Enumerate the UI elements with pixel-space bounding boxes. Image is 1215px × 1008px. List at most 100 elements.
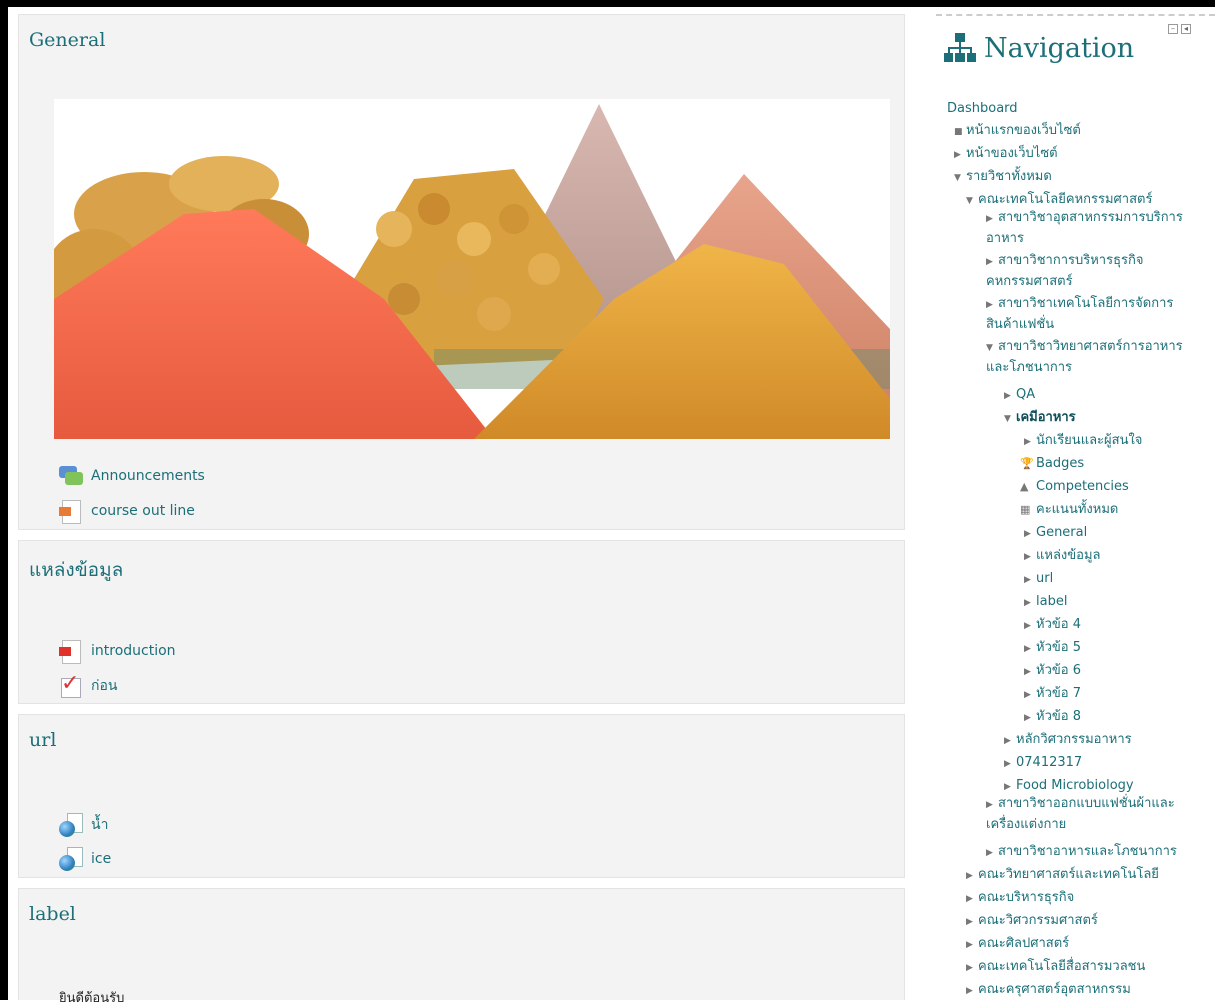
nav-item[interactable]: ▶ คณะศิลปศาสตร์ [966,935,1069,954]
nav-item[interactable]: 🏆 Badges [1020,455,1084,472]
chevron-right-icon: ▶ [1004,759,1011,769]
nav-item[interactable]: ▶ หัวข้อ 4 [1024,616,1081,635]
nav-item[interactable]: ▶ url [1024,570,1053,589]
bullet-icon: ■ [954,127,963,137]
navigation-header: Navigation [944,30,1134,66]
food-piles-image [54,99,890,439]
nav-item[interactable]: ▼ สาขาวิชาวิทยาศาสตร์การอาหารและโภชนาการ [986,337,1199,377]
nav-item-label: คะแนนทั้งหมด [1036,502,1119,517]
chevron-right-icon: ▶ [1024,575,1031,585]
nav-item[interactable]: ■ หน้าแรกของเว็บไซต์ [954,122,1081,141]
activity-label: Announcements [91,468,205,484]
dock-block-icon[interactable]: ◂ [1181,24,1191,34]
quiz-check-icon: ✓ [61,671,81,698]
nav-item[interactable]: ▦ คะแนนทั้งหมด [1020,501,1118,518]
nav-item[interactable]: ▶ แหล่งข้อมูล [1024,547,1101,566]
nav-item[interactable]: ▶ label [1024,593,1067,612]
nav-item-label: หัวข้อ 6 [1036,663,1081,678]
nav-item-label: Dashboard [947,101,1018,116]
chevron-right-icon: ▶ [986,800,993,810]
chevron-right-icon: ▶ [986,257,993,267]
grades-table-icon: ▦ [1020,503,1031,516]
activity-pretest-quiz-link[interactable]: ✓ ก่อน [59,671,117,699]
activity-url-water-link[interactable]: น้ำ [59,812,108,838]
label-welcome-text: ยินดีต้อนรับ [59,991,125,1006]
window-frame-top [0,0,1215,7]
nav-item-label: คณะวิทยาศาสตร์และเทคโนโลยี [978,867,1159,882]
nav-item-label: Badges [1036,456,1085,471]
nav-item[interactable]: ▶ สาขาวิชาอุตสาหกรรมการบริการอาหาร [986,208,1199,248]
activity-course-outline-link[interactable]: course out line [59,498,195,524]
nav-item-label: 07412317 [1016,755,1083,770]
nav-item-label: เคมีอาหาร [1016,410,1076,425]
course-banner-image [54,99,890,439]
section-title: label [29,903,76,925]
nav-item[interactable]: ▼ รายวิชาทั้งหมด [954,168,1052,187]
chevron-right-icon: ▶ [1024,621,1031,631]
activity-url-ice-link[interactable]: ice [59,846,111,872]
forum-icon [59,464,83,488]
chevron-right-icon: ▶ [966,986,973,996]
nav-item[interactable]: ▶ สาขาวิชาการบริหารธุรกิจคหกรรมศาสตร์ [986,251,1199,291]
pdf-file-icon [59,639,83,664]
nav-item[interactable]: ▶ หน้าของเว็บไซต์ [954,145,1058,164]
chevron-right-icon: ▶ [1024,644,1031,654]
activity-label: น้ำ [91,817,109,833]
nav-item-label: สาขาวิชาอาหารและโภชนาการ [998,844,1177,859]
nav-item[interactable]: ▶ นักเรียนและผู้สนใจ [1024,432,1142,451]
section-title: General [29,29,106,51]
nav-item[interactable]: ▼ เคมีอาหาร [1004,409,1076,428]
trophy-icon: 🏆 [1020,457,1034,470]
powerpoint-file-icon [59,499,83,524]
nav-item[interactable]: ▶ คณะครุศาสตร์อุตสาหกรรม [966,981,1131,1000]
nav-item-label: สาขาวิชาวิทยาศาสตร์การอาหารและโภชนาการ [986,339,1183,375]
nav-item[interactable]: ▶ General [1024,524,1087,543]
nav-item[interactable]: Dashboard [947,100,1018,117]
nav-item[interactable]: ▶ คณะวิศวกรรมศาสตร์ [966,912,1098,931]
nav-item[interactable]: ▶ 07412317 [1004,754,1082,773]
nav-item[interactable]: ▲ Competencies [1020,478,1129,495]
nav-item[interactable]: ▶ คณะวิทยาศาสตร์และเทคโนโลยี [966,866,1159,885]
collapse-block-icon[interactable]: – [1168,24,1178,34]
nav-item-label: หน้าของเว็บไซต์ [966,146,1058,161]
chevron-right-icon: ▶ [966,871,973,881]
chevron-right-icon: ▶ [966,917,973,927]
chevron-right-icon: ▶ [986,300,993,310]
chevron-down-icon: ▼ [966,196,973,206]
nav-item-label: คณะศิลปศาสตร์ [978,936,1070,951]
nav-item[interactable]: ▶ หัวข้อ 8 [1024,708,1081,727]
course-section-general: General Announcements course out line [18,14,905,530]
chevron-right-icon: ▶ [1024,598,1031,608]
nav-item[interactable]: ▶ หัวข้อ 7 [1024,685,1081,704]
nav-item-label: สาขาวิชาออกแบบแฟชั่นผ้าและเครื่องแต่งกาย [986,796,1175,832]
course-section-label: label ยินดีต้อนรับ [18,888,905,1006]
nav-item-label: label [1036,594,1068,609]
chevron-right-icon: ▶ [966,963,973,973]
chevron-right-icon: ▶ [986,848,993,858]
block-controls: – ◂ [1168,24,1191,34]
activity-label: ice [91,851,112,867]
chevron-right-icon: ▶ [1024,690,1031,700]
nav-item-label: คณะเทคโนโลยีคหกรรมศาสตร์ [978,192,1153,207]
nav-item-label: หน้าแรกของเว็บไซต์ [966,123,1081,138]
nav-item[interactable]: ▶ คณะเทคโนโลยีสื่อสารมวลชน [966,958,1145,977]
nav-item[interactable]: ▶ สาขาวิชาอาหารและโภชนาการ [986,843,1177,862]
activity-introduction-link[interactable]: introduction [59,638,176,664]
nav-item[interactable]: ▶ หัวข้อ 6 [1024,662,1081,681]
nav-item[interactable]: ▶ สาขาวิชาเทคโนโลยีการจัดการสินค้าแฟชั่น [986,294,1199,334]
activity-announcements-link[interactable]: Announcements [59,463,205,489]
nav-item[interactable]: ▶ สาขาวิชาออกแบบแฟชั่นผ้าและเครื่องแต่งกา… [986,794,1199,834]
nav-item[interactable]: ▶ หลักวิศวกรรมอาหาร [1004,731,1132,750]
nav-item[interactable]: ▶ QA [1004,386,1035,405]
navigation-block: – ◂ Navigation Dashboard ■ หน้าแรกของเว็บไ… [936,14,1215,1002]
course-section-resources: แหล่งข้อมูล introduction ✓ ก่อน [18,540,905,704]
chevron-right-icon: ▶ [986,214,993,224]
chevron-right-icon: ▶ [1024,529,1031,539]
navigation-title: Navigation [984,32,1135,64]
nav-item[interactable]: ▶ หัวข้อ 5 [1024,639,1081,658]
nav-item-label: แหล่งข้อมูล [1036,548,1101,563]
nav-item-label: QA [1016,387,1036,402]
nav-item-label: คณะบริหารธุรกิจ [978,890,1075,905]
nav-item[interactable]: ▶ คณะบริหารธุรกิจ [966,889,1074,908]
nav-item-label: หลักวิศวกรรมอาหาร [1016,732,1132,747]
